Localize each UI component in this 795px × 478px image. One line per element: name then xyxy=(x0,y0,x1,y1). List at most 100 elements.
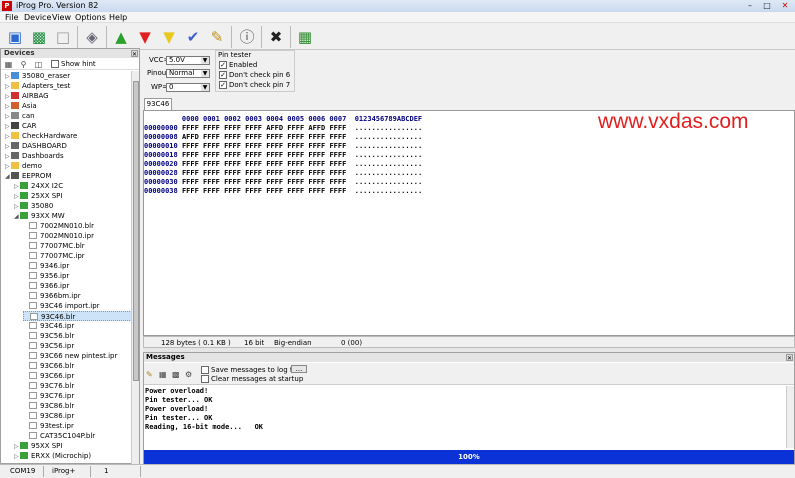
tree-item[interactable]: ▷ 35080 xyxy=(14,201,53,211)
hex-row[interactable]: 00000008 AFFD FFFF FFFF FFFF FFFF FFFF F… xyxy=(144,133,422,142)
tab-93c46[interactable]: 93C46 xyxy=(144,98,172,110)
clear-icon[interactable]: ✎ xyxy=(146,370,153,379)
copy-icon[interactable]: ▦ xyxy=(159,370,167,379)
pin7-checkbox[interactable]: ✓ xyxy=(219,81,227,89)
tree-item[interactable]: 9356.ipr xyxy=(23,271,69,281)
tree-item[interactable]: 93C56.ipr xyxy=(23,341,74,351)
window-title: iProg Pro. Version 82 xyxy=(16,1,99,10)
tree-item[interactable]: ▷ ERXX (Microchip) xyxy=(14,451,91,461)
tree-item[interactable]: 9346.ipr xyxy=(23,261,69,271)
info-icon[interactable]: ⓘ xyxy=(236,26,258,48)
menu-help[interactable]: Help xyxy=(109,12,127,23)
hex-row[interactable]: 00000028 FFFF FFFF FFFF FFFF FFFF FFFF F… xyxy=(144,169,422,178)
tree-item[interactable]: 93C76.blr xyxy=(23,381,74,391)
hex-row[interactable]: 00000000 FFFF FFFF FFFF FFFF AFFD FFFF A… xyxy=(144,124,422,133)
tree-item[interactable]: CAT35C104P.blr xyxy=(23,431,95,441)
tree-item[interactable]: ▷ CAR xyxy=(5,121,37,131)
tree-item[interactable]: ▷ 25XX SPI xyxy=(14,191,62,201)
clean-icon[interactable]: ✎ xyxy=(206,26,228,48)
menu-view[interactable]: View xyxy=(52,12,71,23)
tree-item[interactable]: 9366bm.ipr xyxy=(23,291,81,301)
show-hint-label: Show hint xyxy=(61,60,96,68)
tree-item[interactable]: 93C46.blr xyxy=(23,311,132,321)
hex-row[interactable]: 00000010 FFFF FFFF FFFF FFFF FFFF FFFF F… xyxy=(144,142,422,151)
tree-item[interactable]: ▷ CheckHardware xyxy=(5,131,77,141)
tree-item[interactable]: 9366.ipr xyxy=(23,281,69,291)
tree-item[interactable]: ▷ AIRBAG xyxy=(5,91,49,101)
hex-row[interactable]: 00000018 FFFF FFFF FFFF FFFF FFFF FFFF F… xyxy=(144,151,422,160)
tree-item[interactable]: 93C66.blr xyxy=(23,361,74,371)
tree-item[interactable]: 93test.ipr xyxy=(23,421,74,431)
save-log-icon[interactable]: ▩ xyxy=(172,370,180,379)
tree-item[interactable]: ▷ Dashboards xyxy=(5,151,64,161)
calc-icon[interactable]: ▦ xyxy=(294,26,316,48)
new-icon[interactable]: □ xyxy=(52,26,74,48)
read-down-icon[interactable]: ▼ xyxy=(134,26,156,48)
clear-startup-checkbox[interactable] xyxy=(201,375,209,383)
tree-item[interactable]: 93C46 import.ipr xyxy=(23,301,100,311)
tree-item[interactable]: 93C56.blr xyxy=(23,331,74,341)
wp-select[interactable]: 0 ▼ xyxy=(166,83,210,92)
devices-scrollbar[interactable] xyxy=(131,71,139,464)
tree-item[interactable]: 7002MN010.ipr xyxy=(23,231,94,241)
hex-data: FFFF FFFF FFFF FFFF FFFF FFFF FFFF FFFF xyxy=(181,151,347,159)
verify-down-icon[interactable]: ▼ xyxy=(158,26,180,48)
menu-device[interactable]: Device xyxy=(24,12,51,23)
grid-icon[interactable]: ▦ xyxy=(4,60,13,69)
vcc-select[interactable]: 5.0V ▼ xyxy=(166,56,210,65)
tree-item-label: CheckHardware xyxy=(22,132,78,140)
pin6-checkbox[interactable]: ✓ xyxy=(219,71,227,79)
hex-endian: Big-endian xyxy=(274,339,312,347)
tree-item[interactable]: 93C66.ipr xyxy=(23,371,74,381)
enabled-checkbox[interactable]: ✓ xyxy=(219,61,227,69)
tree-item[interactable]: 77007MC.ipr xyxy=(23,251,85,261)
settings-icon[interactable]: ⚙ xyxy=(185,370,192,379)
messages-log: Power overload! Pin tester... OK Power ove… xyxy=(145,387,785,432)
tree-item[interactable]: ▷ demo xyxy=(5,161,42,171)
close-icon[interactable]: ✕ xyxy=(777,0,793,11)
menu-options[interactable]: Options xyxy=(75,12,106,23)
tree-item[interactable]: ▷ 24XX I2C xyxy=(14,181,63,191)
stop-icon[interactable]: ✖ xyxy=(265,26,287,48)
devices-scrollbar-thumb[interactable] xyxy=(133,81,139,381)
file-icon xyxy=(29,422,37,429)
save-log-checkbox[interactable] xyxy=(201,366,209,374)
hex-editor[interactable]: 0000 0001 0002 0003 0004 0005 0006 0007 … xyxy=(143,110,795,336)
erase-icon[interactable]: ◈ xyxy=(81,26,103,48)
tree-item[interactable]: 93C66 new pintest.ipr xyxy=(23,351,117,361)
minimize-icon[interactable]: – xyxy=(742,0,758,11)
folder-icon[interactable]: ◫ xyxy=(34,60,43,69)
hex-row[interactable]: 00000030 FFFF FFFF FFFF FFFF FFFF FFFF F… xyxy=(144,178,422,187)
tree-item[interactable]: 93C76.ipr xyxy=(23,391,74,401)
tree-item[interactable]: ▷ DASHBOARD xyxy=(5,141,67,151)
tree-item[interactable]: 93C86.blr xyxy=(23,401,74,411)
menu-file[interactable]: File xyxy=(5,12,18,23)
hex-row[interactable]: 00000020 FFFF FFFF FFFF FFFF FFFF FFFF F… xyxy=(144,160,422,169)
browse-log-button[interactable]: ... xyxy=(291,365,307,373)
tree-item[interactable]: ▷ can xyxy=(5,111,35,121)
open-icon[interactable]: ▣ xyxy=(4,26,26,48)
write-up-icon[interactable]: ▲ xyxy=(110,26,132,48)
tree-item[interactable]: ▷ 35080_eraser xyxy=(5,71,70,81)
tree-item[interactable]: 77007MC.blr xyxy=(23,241,85,251)
tree-item[interactable]: 7002MN010.blr xyxy=(23,221,94,231)
save-icon[interactable]: ▩ xyxy=(28,26,50,48)
tree-item[interactable]: ▷ 95XX SPI xyxy=(14,441,62,451)
hex-row[interactable]: 00000038 FFFF FFFF FFFF FFFF FFFF FFFF F… xyxy=(144,187,422,196)
tree-item[interactable]: 93C86.ipr xyxy=(23,411,74,421)
tree-item[interactable]: ◢ 93XX MW xyxy=(14,211,65,221)
tree-item[interactable]: ▷ Adapters_test xyxy=(5,81,70,91)
tree-item[interactable]: ▷ Asia xyxy=(5,101,37,111)
devices-close-icon[interactable]: ✕ xyxy=(131,50,138,58)
title-bar: P iProg Pro. Version 82 – □ ✕ xyxy=(0,0,795,12)
maximize-icon[interactable]: □ xyxy=(759,0,775,11)
tree-item[interactable]: ◢ EEPROM xyxy=(5,171,51,181)
pinout-select[interactable]: Normal ▼ xyxy=(166,69,210,78)
show-hint-checkbox[interactable] xyxy=(51,60,59,68)
check-icon[interactable]: ✔ xyxy=(182,26,204,48)
tree-item[interactable]: 93C46.ipr xyxy=(23,321,74,331)
messages-scrollbar[interactable] xyxy=(786,386,794,448)
message-line: Power overload! xyxy=(145,405,209,413)
search-icon[interactable]: ⚲ xyxy=(19,60,28,69)
messages-close-icon[interactable]: ✕ xyxy=(786,354,793,362)
